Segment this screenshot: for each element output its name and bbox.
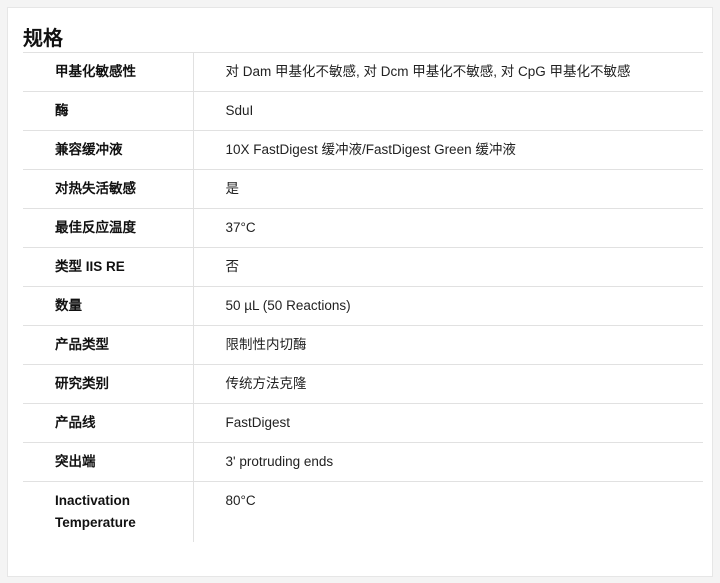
spec-label: 对热失活敏感 bbox=[23, 169, 194, 209]
spec-value: SduI bbox=[225, 103, 254, 118]
spec-label: 最佳反应温度 bbox=[23, 208, 194, 248]
table-row: Inactivation Temperature 80°C bbox=[23, 481, 703, 542]
spec-label: 产品线 bbox=[23, 403, 194, 443]
spec-label: 产品类型 bbox=[23, 325, 194, 365]
table-row: 产品类型 限制性内切酶 bbox=[23, 325, 703, 365]
spec-value: FastDigest bbox=[225, 415, 291, 430]
table-row: 研究类别 传统方法克隆 bbox=[23, 364, 703, 404]
spec-value: 80°C bbox=[225, 493, 256, 508]
specifications-table: 甲基化敏感性 对 Dam 甲基化不敏感, 对 Dcm 甲基化不敏感, 对 CpG… bbox=[23, 52, 703, 542]
spec-label: 研究类别 bbox=[23, 364, 194, 404]
spec-value: 10X FastDigest 缓冲液/FastDigest Green 缓冲液 bbox=[225, 142, 516, 157]
table-row: 最佳反应温度 37°C bbox=[23, 208, 703, 248]
spec-label: 类型 IIS RE bbox=[23, 247, 194, 287]
section-title: 规格 bbox=[23, 26, 63, 50]
specifications-card: 规格 甲基化敏感性 对 Dam 甲基化不敏感, 对 Dcm 甲基化不敏感, 对 … bbox=[7, 7, 713, 577]
spec-value: 37°C bbox=[225, 220, 256, 235]
spec-value: 对 Dam 甲基化不敏感, 对 Dcm 甲基化不敏感, 对 CpG 甲基化不敏感 bbox=[225, 64, 631, 79]
spec-value: 3' protruding ends bbox=[225, 454, 334, 469]
table-row: 兼容缓冲液 10X FastDigest 缓冲液/FastDigest Gree… bbox=[23, 130, 703, 170]
table-row: 数量 50 µL (50 Reactions) bbox=[23, 286, 703, 326]
table-row: 甲基化敏感性 对 Dam 甲基化不敏感, 对 Dcm 甲基化不敏感, 对 CpG… bbox=[23, 52, 703, 92]
spec-value: 是 bbox=[225, 181, 240, 196]
table-row: 酶 SduI bbox=[23, 91, 703, 131]
spec-label: 数量 bbox=[23, 286, 194, 326]
spec-label: Inactivation Temperature bbox=[23, 481, 194, 542]
spec-label: 突出端 bbox=[23, 442, 194, 482]
spec-label: 甲基化敏感性 bbox=[23, 52, 194, 92]
spec-value: 限制性内切酶 bbox=[225, 337, 307, 352]
spec-value: 否 bbox=[225, 259, 240, 274]
spec-label: 酶 bbox=[23, 91, 194, 131]
spec-value: 传统方法克隆 bbox=[225, 376, 307, 391]
table-row: 突出端 3' protruding ends bbox=[23, 442, 703, 482]
spec-label: 兼容缓冲液 bbox=[23, 130, 194, 170]
table-row: 对热失活敏感 是 bbox=[23, 169, 703, 209]
table-row: 类型 IIS RE 否 bbox=[23, 247, 703, 287]
spec-value: 50 µL (50 Reactions) bbox=[225, 298, 351, 313]
table-row: 产品线 FastDigest bbox=[23, 403, 703, 443]
